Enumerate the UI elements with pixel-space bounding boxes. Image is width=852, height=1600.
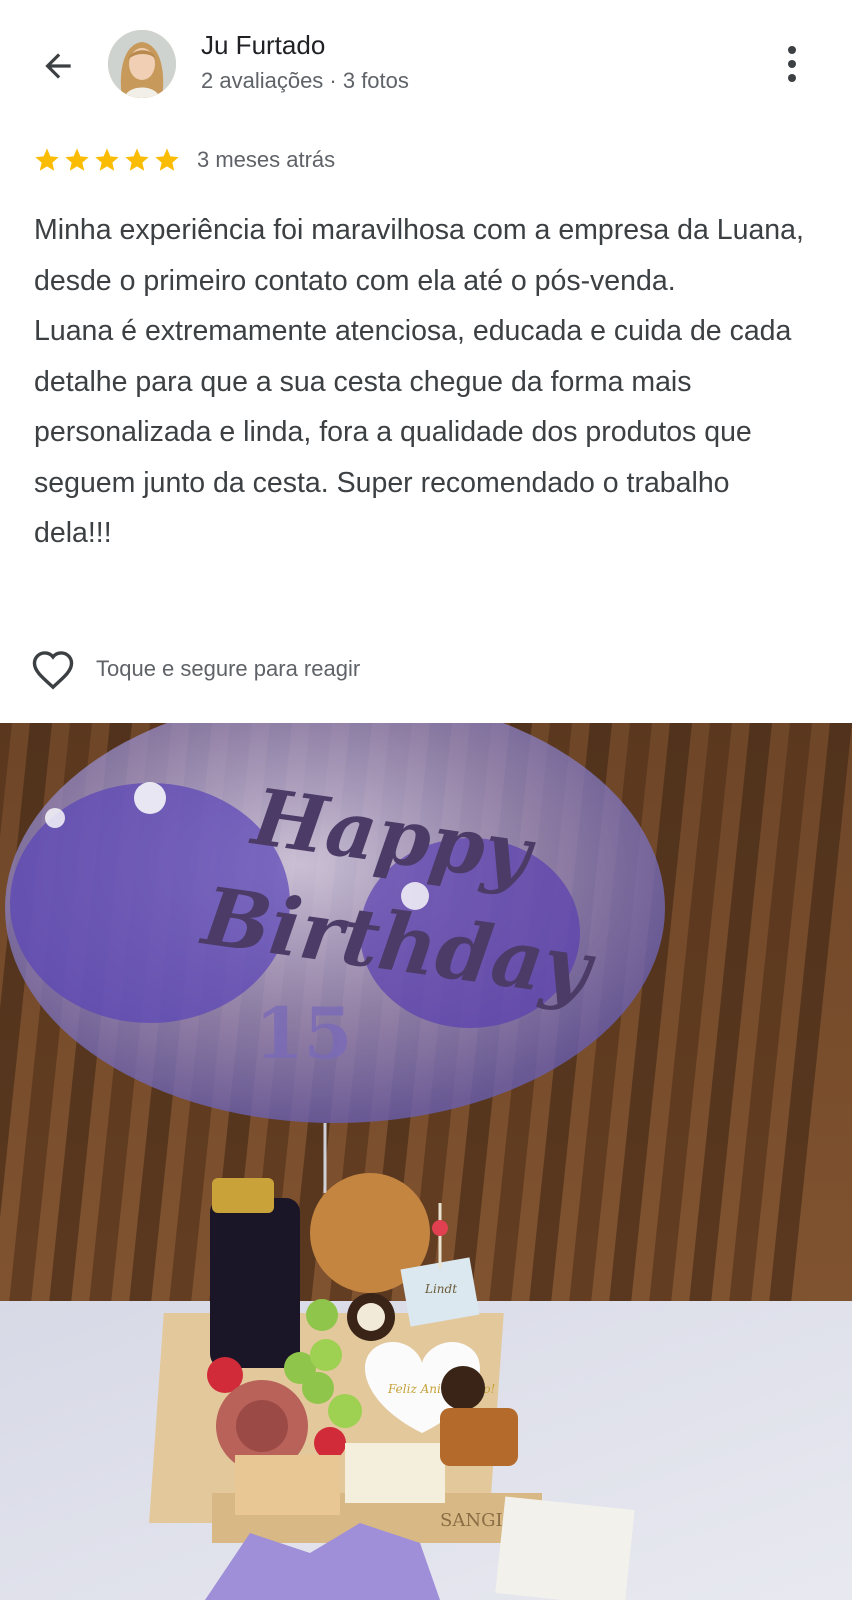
balloon-number: 15 [255, 992, 352, 1075]
react-button[interactable]: Toque e segure para reagir [30, 648, 360, 690]
review-time: 3 meses atrás [197, 147, 336, 172]
star-icon [95, 148, 119, 171]
review-rating: 3 meses atrás [33, 146, 335, 174]
more-vert-icon [788, 46, 796, 54]
box-brand: SANGI [440, 1510, 503, 1531]
reviewer-meta: 2 avaliações · 3 fotos [201, 68, 409, 93]
star-icon [155, 148, 179, 171]
avatar[interactable] [108, 30, 176, 98]
reviewer-name[interactable]: Ju Furtado [201, 30, 325, 61]
review-photo[interactable]: Happy Birthday 15 SANGI Feliz Aniversári… [0, 723, 852, 1600]
review-text: Minha experiência foi maravilhosa com a … [34, 214, 804, 549]
more-options-button[interactable] [772, 40, 812, 88]
react-label: Toque e segure para reagir [96, 656, 361, 681]
review-header: Ju Furtado 2 avaliações · 3 fotos [0, 0, 852, 128]
star-icon [35, 148, 59, 171]
back-button[interactable] [30, 38, 86, 94]
arrow-left-icon [45, 53, 71, 79]
chocolate-brand: Lindt [424, 1282, 457, 1296]
star-icon [65, 148, 89, 171]
star-icon [125, 148, 149, 171]
heart-outline-icon [32, 651, 74, 690]
star-rating [33, 146, 181, 174]
